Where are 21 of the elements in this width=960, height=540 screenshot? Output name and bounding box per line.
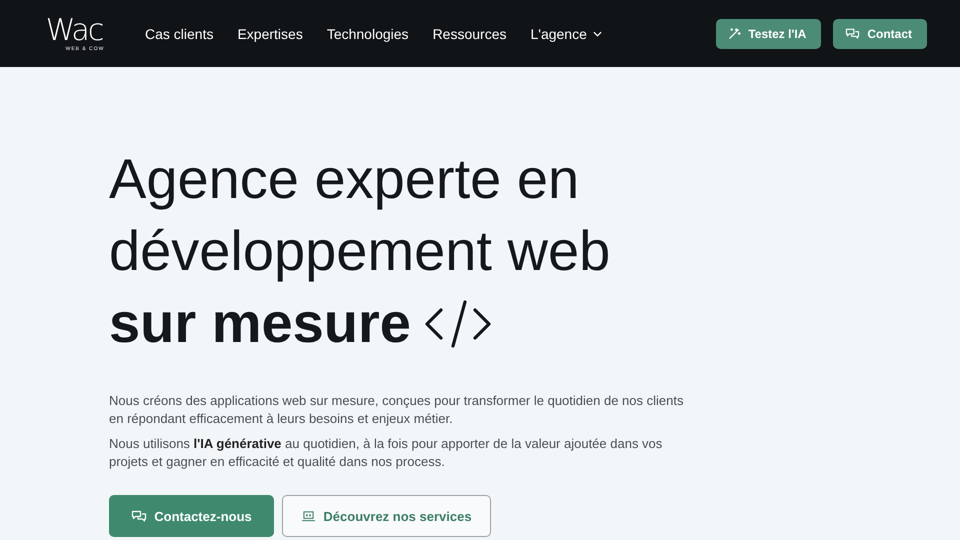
nav-link[interactable]: Expertises: [237, 26, 303, 42]
magic-wand-icon: [728, 27, 742, 40]
nav-link[interactable]: Technologies: [326, 26, 409, 42]
logo-wordmark[interactable]: Wac: [46, 16, 102, 46]
header-button[interactable]: Testez l'IA: [716, 18, 822, 48]
code-icon: [422, 298, 493, 348]
heading-line: sur mesure: [109, 290, 411, 356]
cta-button[interactable]: Découvrez nos services: [282, 495, 491, 537]
chevron-down-icon: [592, 30, 602, 36]
header-button[interactable]: Contact: [833, 18, 927, 48]
hero-paragraph: Nous créons des applications web sur mesure, conçues pour transformer le quotidien de nos clients en répondant efficacement à leurs besoins et enjeux métier.: [109, 392, 684, 428]
laptop-code-icon: [301, 510, 316, 522]
nav-link[interactable]: Ressources: [432, 26, 506, 42]
chat-icon: [845, 27, 860, 40]
chat-icon: [131, 509, 148, 523]
heading-line: développement web: [109, 218, 610, 284]
heading-line: Agence experte en: [109, 146, 580, 212]
cta-button[interactable]: Contactez-nous: [109, 495, 274, 537]
nav-link[interactable]: L'agence: [530, 26, 602, 42]
nav-link[interactable]: Cas clients: [145, 26, 214, 42]
hero-paragraph: Nous utilisons l'IA générative au quotidien, à la fois pour apporter de la valeur ajoutée dans vos projets et gagner en efficacité et qualité dans nos process.: [109, 435, 664, 471]
